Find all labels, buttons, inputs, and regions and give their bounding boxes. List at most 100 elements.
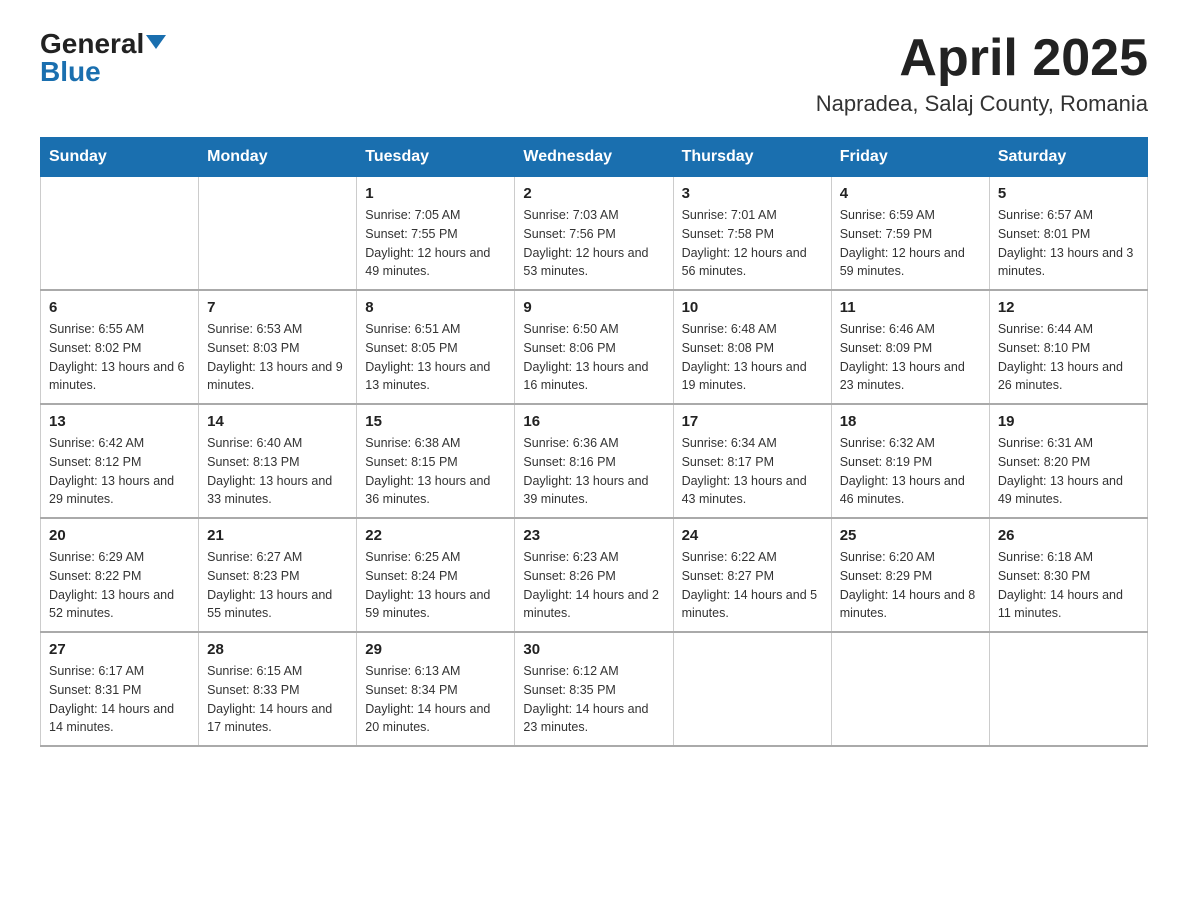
- logo-general-text: General: [40, 30, 144, 58]
- day-info: Sunrise: 6:53 AMSunset: 8:03 PMDaylight:…: [207, 320, 348, 395]
- day-info: Sunrise: 6:20 AMSunset: 8:29 PMDaylight:…: [840, 548, 981, 623]
- calendar-cell: [41, 177, 199, 291]
- day-number: 17: [682, 413, 823, 430]
- day-number: 14: [207, 413, 348, 430]
- day-number: 21: [207, 527, 348, 544]
- day-info: Sunrise: 6:22 AMSunset: 8:27 PMDaylight:…: [682, 548, 823, 623]
- calendar-cell: 4 Sunrise: 6:59 AMSunset: 7:59 PMDaylight…: [831, 177, 989, 291]
- calendar-cell: 7 Sunrise: 6:53 AMSunset: 8:03 PMDaylight…: [199, 290, 357, 404]
- day-info: Sunrise: 6:25 AMSunset: 8:24 PMDaylight:…: [365, 548, 506, 623]
- day-info: Sunrise: 6:13 AMSunset: 8:34 PMDaylight:…: [365, 662, 506, 737]
- calendar-cell: 12Sunrise: 6:44 AMSunset: 8:10 PMDayligh…: [989, 290, 1147, 404]
- calendar-cell: 5 Sunrise: 6:57 AMSunset: 8:01 PMDaylight…: [989, 177, 1147, 291]
- calendar-cell: [199, 177, 357, 291]
- calendar-cell: 25 Sunrise: 6:20 AMSunset: 8:29 PMDayligh…: [831, 518, 989, 632]
- calendar-cell: 26Sunrise: 6:18 AMSunset: 8:30 PMDayligh…: [989, 518, 1147, 632]
- day-info: Sunrise: 6:32 AMSunset: 8:19 PMDaylight:…: [840, 434, 981, 509]
- calendar-cell: 2 Sunrise: 7:03 AMSunset: 7:56 PMDaylight…: [515, 177, 673, 291]
- day-info: Sunrise: 7:01 AMSunset: 7:58 PMDaylight:…: [682, 206, 823, 281]
- day-info: Sunrise: 6:31 AMSunset: 8:20 PMDaylight:…: [998, 434, 1139, 509]
- day-info: Sunrise: 6:59 AMSunset: 7:59 PMDaylight:…: [840, 206, 981, 281]
- logo: General Blue: [40, 30, 166, 86]
- day-info: Sunrise: 6:29 AMSunset: 8:22 PMDaylight:…: [49, 548, 190, 623]
- day-number: 3: [682, 185, 823, 202]
- calendar-cell: 10Sunrise: 6:48 AMSunset: 8:08 PMDayligh…: [673, 290, 831, 404]
- calendar-week-row: 6 Sunrise: 6:55 AMSunset: 8:02 PMDaylight…: [41, 290, 1148, 404]
- day-number: 20: [49, 527, 190, 544]
- day-number: 5: [998, 185, 1139, 202]
- day-number: 30: [523, 641, 664, 658]
- day-number: 10: [682, 299, 823, 316]
- weekday-header-monday: Monday: [199, 138, 357, 177]
- calendar-cell: 9 Sunrise: 6:50 AMSunset: 8:06 PMDaylight…: [515, 290, 673, 404]
- calendar-cell: 6 Sunrise: 6:55 AMSunset: 8:02 PMDaylight…: [41, 290, 199, 404]
- month-year-title: April 2025: [816, 30, 1148, 87]
- day-number: 29: [365, 641, 506, 658]
- day-number: 2: [523, 185, 664, 202]
- calendar-week-row: 20 Sunrise: 6:29 AMSunset: 8:22 PMDayligh…: [41, 518, 1148, 632]
- day-number: 4: [840, 185, 981, 202]
- calendar-cell: [831, 632, 989, 746]
- day-info: Sunrise: 6:51 AMSunset: 8:05 PMDaylight:…: [365, 320, 506, 395]
- calendar-cell: 22 Sunrise: 6:25 AMSunset: 8:24 PMDayligh…: [357, 518, 515, 632]
- calendar-cell: 18 Sunrise: 6:32 AMSunset: 8:19 PMDayligh…: [831, 404, 989, 518]
- day-number: 15: [365, 413, 506, 430]
- day-info: Sunrise: 6:50 AMSunset: 8:06 PMDaylight:…: [523, 320, 664, 395]
- logo-general-row: General: [40, 30, 166, 58]
- calendar-cell: 28 Sunrise: 6:15 AMSunset: 8:33 PMDayligh…: [199, 632, 357, 746]
- day-number: 24: [682, 527, 823, 544]
- day-number: 25: [840, 527, 981, 544]
- day-number: 28: [207, 641, 348, 658]
- day-number: 23: [523, 527, 664, 544]
- calendar-week-row: 27 Sunrise: 6:17 AMSunset: 8:31 PMDayligh…: [41, 632, 1148, 746]
- logo-triangle-icon: [146, 35, 166, 49]
- day-info: Sunrise: 7:05 AMSunset: 7:55 PMDaylight:…: [365, 206, 506, 281]
- day-number: 11: [840, 299, 981, 316]
- day-number: 8: [365, 299, 506, 316]
- day-number: 1: [365, 185, 506, 202]
- day-number: 9: [523, 299, 664, 316]
- calendar-week-row: 13Sunrise: 6:42 AMSunset: 8:12 PMDayligh…: [41, 404, 1148, 518]
- calendar-cell: 29 Sunrise: 6:13 AMSunset: 8:34 PMDayligh…: [357, 632, 515, 746]
- day-info: Sunrise: 6:34 AMSunset: 8:17 PMDaylight:…: [682, 434, 823, 509]
- day-number: 13: [49, 413, 190, 430]
- calendar-cell: 27 Sunrise: 6:17 AMSunset: 8:31 PMDayligh…: [41, 632, 199, 746]
- calendar-cell: [673, 632, 831, 746]
- calendar-cell: 15 Sunrise: 6:38 AMSunset: 8:15 PMDayligh…: [357, 404, 515, 518]
- weekday-header-thursday: Thursday: [673, 138, 831, 177]
- day-info: Sunrise: 6:17 AMSunset: 8:31 PMDaylight:…: [49, 662, 190, 737]
- day-number: 27: [49, 641, 190, 658]
- weekday-header-friday: Friday: [831, 138, 989, 177]
- day-number: 7: [207, 299, 348, 316]
- calendar-cell: 23Sunrise: 6:23 AMSunset: 8:26 PMDayligh…: [515, 518, 673, 632]
- calendar-cell: 19 Sunrise: 6:31 AMSunset: 8:20 PMDayligh…: [989, 404, 1147, 518]
- day-number: 18: [840, 413, 981, 430]
- calendar-cell: 1 Sunrise: 7:05 AMSunset: 7:55 PMDaylight…: [357, 177, 515, 291]
- day-info: Sunrise: 6:55 AMSunset: 8:02 PMDaylight:…: [49, 320, 190, 395]
- calendar-cell: 11 Sunrise: 6:46 AMSunset: 8:09 PMDayligh…: [831, 290, 989, 404]
- day-info: Sunrise: 6:57 AMSunset: 8:01 PMDaylight:…: [998, 206, 1139, 281]
- day-number: 6: [49, 299, 190, 316]
- weekday-header-sunday: Sunday: [41, 138, 199, 177]
- calendar-cell: 20 Sunrise: 6:29 AMSunset: 8:22 PMDayligh…: [41, 518, 199, 632]
- calendar-cell: 8 Sunrise: 6:51 AMSunset: 8:05 PMDaylight…: [357, 290, 515, 404]
- calendar-cell: 17 Sunrise: 6:34 AMSunset: 8:17 PMDayligh…: [673, 404, 831, 518]
- day-info: Sunrise: 6:15 AMSunset: 8:33 PMDaylight:…: [207, 662, 348, 737]
- calendar-cell: 24 Sunrise: 6:22 AMSunset: 8:27 PMDayligh…: [673, 518, 831, 632]
- day-number: 19: [998, 413, 1139, 430]
- weekday-header-wednesday: Wednesday: [515, 138, 673, 177]
- day-info: Sunrise: 6:38 AMSunset: 8:15 PMDaylight:…: [365, 434, 506, 509]
- day-number: 22: [365, 527, 506, 544]
- day-number: 12: [998, 299, 1139, 316]
- calendar-header-row: SundayMondayTuesdayWednesdayThursdayFrid…: [41, 138, 1148, 177]
- calendar-cell: 16Sunrise: 6:36 AMSunset: 8:16 PMDayligh…: [515, 404, 673, 518]
- weekday-header-tuesday: Tuesday: [357, 138, 515, 177]
- day-number: 16: [523, 413, 664, 430]
- day-info: Sunrise: 6:46 AMSunset: 8:09 PMDaylight:…: [840, 320, 981, 395]
- calendar-cell: 30Sunrise: 6:12 AMSunset: 8:35 PMDayligh…: [515, 632, 673, 746]
- location-title: Napradea, Salaj County, Romania: [816, 91, 1148, 117]
- day-info: Sunrise: 7:03 AMSunset: 7:56 PMDaylight:…: [523, 206, 664, 281]
- logo-blue-text: Blue: [40, 58, 101, 86]
- calendar-cell: 21Sunrise: 6:27 AMSunset: 8:23 PMDayligh…: [199, 518, 357, 632]
- calendar-cell: [989, 632, 1147, 746]
